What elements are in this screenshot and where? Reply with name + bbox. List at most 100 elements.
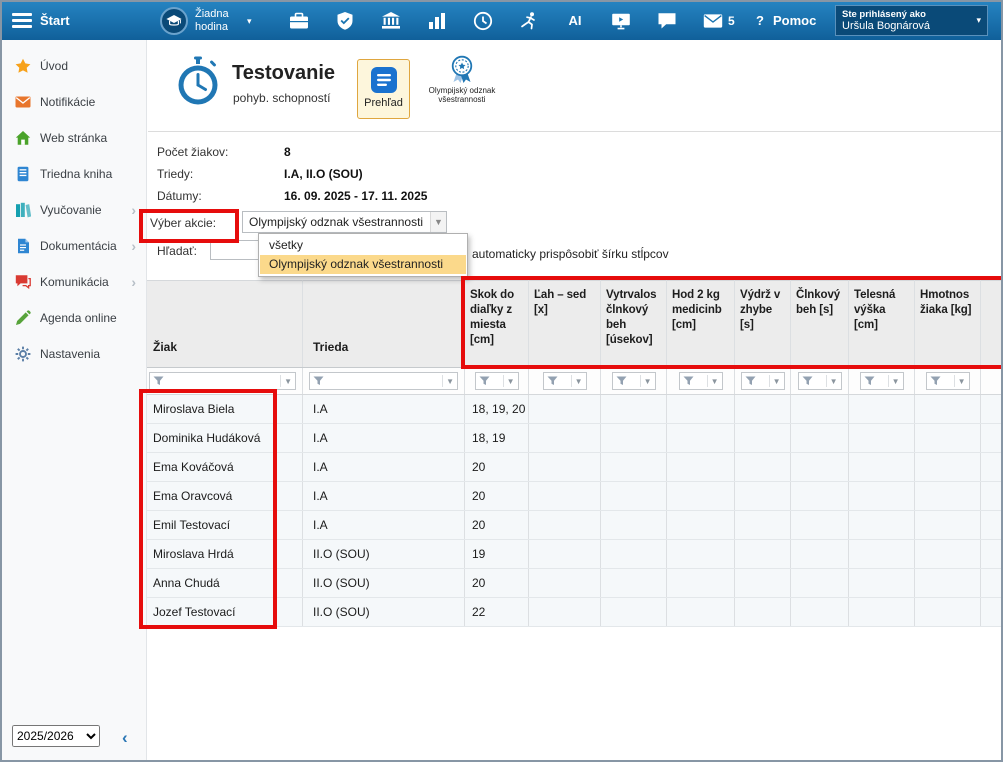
cell-value: 20 [465, 569, 529, 598]
cell-value: 18, 19, 20 [465, 395, 529, 424]
table-row[interactable]: Jozef TestovacíII.O (SOU)22 [143, 598, 1003, 627]
cell-value [529, 453, 601, 482]
app-window: Štart Žiadna hodina ▾ AI 5 ? Pom [0, 0, 1003, 762]
action-select-value: Olympijský odznak všestrannosti [249, 215, 423, 229]
table-row[interactable]: Ema OravcováI.A20 [143, 482, 1003, 511]
action-select[interactable]: Olympijský odznak všestrannosti ▼ [242, 211, 447, 233]
sidebar-item-komunikacia[interactable]: Komunikácia› [2, 264, 146, 300]
start-button[interactable]: Štart [40, 13, 70, 28]
table-row[interactable]: Dominika HudákováI.A18, 19 [143, 424, 1003, 453]
cell-class: I.A [303, 511, 465, 540]
filter-dropdown-telesna-vyska-cm-[interactable]: ▼ [860, 372, 904, 390]
sidebar-menu: ÚvodNotifikácieWeb stránkaTriedna knihaV… [2, 40, 146, 372]
dates-label: Dátumy: [157, 189, 202, 203]
sidebar-item-vyucovanie[interactable]: Vyučovanie› [2, 192, 146, 228]
monitor-icon[interactable] [611, 11, 631, 31]
chat-bubble-icon[interactable] [657, 11, 677, 31]
cell-value [791, 424, 849, 453]
filter-dropdown-vydrz-v-zhybe-s-[interactable]: ▼ [741, 372, 785, 390]
clock-icon[interactable] [473, 11, 493, 31]
cell-value [529, 598, 601, 627]
chevron-down-icon: ▼ [826, 375, 838, 387]
chevron-down-icon: ▼ [769, 375, 781, 387]
filter-dropdown-lah-sed-x-[interactable]: ▼ [543, 372, 587, 390]
page-subtitle: pohyb. schopností [233, 91, 330, 105]
cell-student-name: Dominika Hudáková [143, 424, 303, 453]
briefcase-icon[interactable] [289, 11, 309, 31]
column-header-skok-do-dialky-z-miesta-cm-[interactable]: Skok do diaľky z miesta [cm] [465, 281, 529, 368]
cell-value [529, 540, 601, 569]
mail-icon[interactable]: 5 [703, 11, 735, 31]
filter-funnel-icon [153, 376, 164, 386]
filter-funnel-icon [930, 376, 941, 386]
classes-label: Triedy: [157, 167, 193, 181]
question-mark-icon[interactable]: ? [756, 13, 764, 28]
filter-dropdown-ziak[interactable]: ▼ [149, 372, 296, 390]
sidebar-item-nastavenia[interactable]: Nastavenia [2, 336, 146, 372]
column-header-telesna-vyska-cm-[interactable]: Telesná výška [cm] [849, 281, 915, 368]
cell-value [849, 482, 915, 511]
user-menu[interactable]: Ste prihlásený ako Uršula Bognárová ▾ [835, 5, 988, 36]
star-icon [15, 58, 31, 74]
collapse-sidebar-button[interactable]: ‹ [122, 728, 128, 748]
bar-chart-icon[interactable] [427, 11, 447, 31]
filter-funnel-icon [616, 376, 627, 386]
sidebar-item-web-stranka[interactable]: Web stránka [2, 120, 146, 156]
cell-value [791, 511, 849, 540]
filter-dropdown-clnkovy-beh-s-[interactable]: ▼ [798, 372, 842, 390]
column-header-lah-sed-x-[interactable]: Ľah – sed [x] [529, 281, 601, 368]
column-header-hod-2-kg-medicinb-cm-[interactable]: Hod 2 kg medicinb [cm] [667, 281, 735, 368]
filter-dropdown-vytrvalos-clnkovy-beh-usekov-[interactable]: ▼ [612, 372, 656, 390]
action-menu-item[interactable]: Olympijský odznak všestrannosti [260, 255, 466, 274]
table-row[interactable]: Miroslava BielaI.A18, 19, 20 [143, 395, 1003, 424]
cell-value [849, 569, 915, 598]
tab-olympic-badge-label: Olympijský odznak všestrannosti [424, 86, 500, 104]
help-button[interactable]: Pomoc [773, 13, 816, 28]
cell-value [791, 598, 849, 627]
column-header-hmotnos-ziaka-kg-[interactable]: Hmotnos žiaka [kg] [915, 281, 981, 368]
sidebar-item-uvod[interactable]: Úvod [2, 48, 146, 84]
cell-value [791, 569, 849, 598]
cell-value [667, 424, 735, 453]
action-menu-item[interactable]: všetky [260, 236, 466, 255]
cell-value [601, 569, 667, 598]
column-header-trieda[interactable]: Trieda [303, 281, 465, 368]
cell-value [915, 482, 981, 511]
column-header-empty [981, 281, 1003, 368]
hamburger-menu-icon[interactable] [12, 13, 32, 31]
column-header-vytrvalos-clnkovy-beh-usekov-[interactable]: Vytrvalos člnkový beh [úsekov] [601, 281, 667, 368]
tab-olympic-badge[interactable]: Olympijský odznak všestrannosti [424, 55, 500, 121]
book-icon [15, 166, 31, 182]
table-row[interactable]: Anna ChudáII.O (SOU)20 [143, 569, 1003, 598]
filter-dropdown-skok-do-dialky-z-miesta-cm-[interactable]: ▼ [475, 372, 519, 390]
lesson-status[interactable]: Žiadna hodina ▾ [160, 5, 252, 37]
cell-value [601, 424, 667, 453]
table-row[interactable]: Miroslava HrdáII.O (SOU)19 [143, 540, 1003, 569]
sidebar-item-notifikacie[interactable]: Notifikácie [2, 84, 146, 120]
filter-dropdown-hmotnos-ziaka-kg-[interactable]: ▼ [926, 372, 970, 390]
sidebar-item-dokumentacia[interactable]: Dokumentácia› [2, 228, 146, 264]
tab-prehlad[interactable]: Prehľad [357, 59, 410, 119]
filter-dropdown-trieda[interactable]: ▼ [309, 372, 458, 390]
gear-icon [15, 346, 31, 362]
students-count-label: Počet žiakov: [157, 145, 228, 159]
cell-class: I.A [303, 453, 465, 482]
shield-icon[interactable] [335, 11, 355, 31]
filter-dropdown-hod-2-kg-medicinb-cm-[interactable]: ▼ [679, 372, 723, 390]
students-count-value: 8 [284, 145, 291, 159]
autofit-columns-label[interactable]: automaticky prispôsobiť šírku stĺpcov [472, 247, 669, 261]
column-header-vydrz-v-zhybe-s-[interactable]: Výdrž v zhybe [s] [735, 281, 791, 368]
cell-value [791, 540, 849, 569]
filter-funnel-icon [479, 376, 490, 386]
column-header-clnkovy-beh-s-[interactable]: Člnkový beh [s] [791, 281, 849, 368]
cell-value [601, 540, 667, 569]
ai-button[interactable]: AI [565, 11, 585, 31]
bank-icon[interactable] [381, 11, 401, 31]
table-row[interactable]: Ema KováčováI.A20 [143, 453, 1003, 482]
runner-icon[interactable] [519, 11, 539, 31]
column-header-ziak[interactable]: Žiak [143, 281, 303, 368]
year-select[interactable]: 2025/2026 [12, 725, 100, 747]
sidebar-item-agenda-online[interactable]: Agenda online [2, 300, 146, 336]
table-row[interactable]: Emil TestovacíI.A20 [143, 511, 1003, 540]
sidebar-item-triedna-kniha[interactable]: Triedna kniha [2, 156, 146, 192]
